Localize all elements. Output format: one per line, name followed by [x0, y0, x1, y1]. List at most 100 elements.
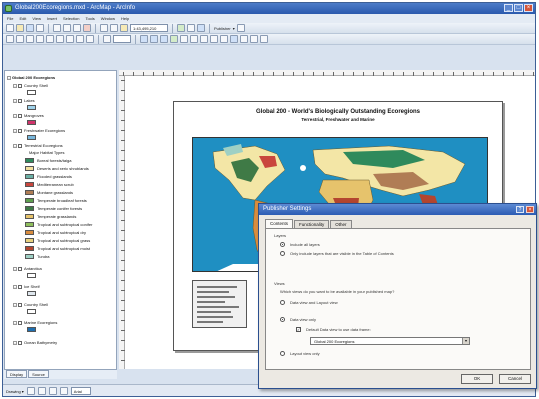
- menu-insert[interactable]: Insert: [47, 16, 57, 21]
- hyperlink-icon[interactable]: [260, 35, 268, 43]
- toc-layer[interactable]: - Freshwater Ecoregions: [13, 127, 65, 134]
- table-of-contents: - Global 200 Ecoregions - Country Shell -L…: [4, 70, 117, 370]
- print-icon[interactable]: [36, 24, 44, 32]
- editor-toolbar-icon[interactable]: [177, 24, 185, 32]
- maximize-button[interactable]: □: [514, 4, 523, 12]
- dialog-close-button[interactable]: ×: [526, 206, 534, 213]
- toc-layer[interactable]: - Ice Shelf: [13, 283, 40, 290]
- undo-icon[interactable]: [100, 24, 108, 32]
- tab-functionality[interactable]: Functionality: [294, 220, 330, 228]
- menu-file[interactable]: File: [7, 16, 13, 21]
- pan-icon[interactable]: [26, 35, 34, 43]
- publisher-menu[interactable]: Publisher: [214, 26, 231, 31]
- fixed-zoom-in-icon[interactable]: [56, 35, 64, 43]
- toc-layer[interactable]: - Country Shell: [13, 301, 48, 308]
- legend-swatch: [25, 174, 34, 179]
- data-frame-select[interactable]: Global 200 Ecoregions ▾: [310, 337, 470, 345]
- help-icon[interactable]: ?: [516, 206, 524, 213]
- layers-group-heading: Layers: [274, 233, 287, 238]
- save-icon[interactable]: [26, 24, 34, 32]
- identify-icon[interactable]: [230, 35, 238, 43]
- find-icon[interactable]: [240, 35, 248, 43]
- toc-class-label: Tropical and subtropical grass: [37, 238, 91, 243]
- data-and-layout-label: Data view and Layout view: [290, 300, 338, 305]
- full-extent-icon[interactable]: [170, 35, 178, 43]
- map-zoom-out-icon[interactable]: [150, 35, 158, 43]
- font-name-combo[interactable]: Arial: [70, 387, 91, 395]
- standard-toolbar: 1:43,495,210 Publisher ▾: [3, 23, 535, 34]
- cut-icon[interactable]: [53, 24, 61, 32]
- data-view-only-radio[interactable]: [280, 317, 285, 322]
- menu-selection[interactable]: Selection: [63, 16, 79, 21]
- zoom-percent-combo[interactable]: [113, 35, 131, 43]
- new-document-icon[interactable]: [6, 24, 14, 32]
- toc-layer[interactable]: - Lakes: [13, 97, 35, 104]
- toc-layer[interactable]: - Country Shell: [13, 82, 48, 89]
- toc-class-label: Tropical and subtropical dry: [37, 230, 86, 235]
- ok-button[interactable]: OK: [461, 374, 493, 384]
- menu-tools[interactable]: Tools: [85, 16, 94, 21]
- select-features-icon[interactable]: [210, 35, 218, 43]
- toc-layer[interactable]: - Global 200 Ecoregions: [7, 74, 55, 81]
- rectangle-icon[interactable]: [48, 387, 57, 395]
- drawing-menu[interactable]: Drawing ▾: [6, 389, 24, 394]
- zoom-out-icon[interactable]: [16, 35, 24, 43]
- toc-layer[interactable]: - Marine Ecoregions: [13, 319, 57, 326]
- map-fixed-zoom-icon[interactable]: [180, 35, 188, 43]
- legend-swatch: [25, 190, 34, 195]
- tab-source[interactable]: Source: [28, 370, 49, 378]
- menu-view[interactable]: View: [32, 16, 41, 21]
- previous-extent-icon[interactable]: [76, 35, 84, 43]
- default-data-frame-checkbox[interactable]: ✓: [296, 327, 301, 332]
- fixed-zoom-out-icon[interactable]: [66, 35, 74, 43]
- chevron-down-icon: ▾: [462, 338, 469, 344]
- arctoolbox-icon[interactable]: [187, 24, 195, 32]
- delete-icon[interactable]: [83, 24, 91, 32]
- select-elements-arrow-icon[interactable]: [26, 387, 35, 395]
- text-a-icon[interactable]: [59, 387, 68, 395]
- zoom-in-icon[interactable]: [6, 35, 14, 43]
- measure-icon[interactable]: [250, 35, 258, 43]
- menu-window[interactable]: Window: [101, 16, 115, 21]
- minimize-button[interactable]: _: [504, 4, 513, 12]
- toc-layer[interactable]: - Terrestrial Ecoregions: [13, 142, 63, 149]
- toggle-draft-icon[interactable]: [103, 35, 111, 43]
- visible-layers-only-radio[interactable]: [280, 251, 285, 256]
- cancel-button[interactable]: Cancel: [499, 374, 531, 384]
- toc-class-label: Tropical and subtropical conifer: [37, 222, 93, 227]
- close-button[interactable]: ×: [524, 4, 533, 12]
- rotate-icon[interactable]: [37, 387, 46, 395]
- layout-view-only-radio[interactable]: [280, 351, 285, 356]
- toolbar-separator: [135, 34, 136, 44]
- forward-extent-icon[interactable]: [200, 35, 208, 43]
- contents-panel: Layers Include all layers Only include l…: [265, 228, 531, 370]
- tab-contents[interactable]: Contents: [265, 219, 294, 228]
- map-zoom-in-icon[interactable]: [140, 35, 148, 43]
- paste-icon[interactable]: [73, 24, 81, 32]
- tab-other[interactable]: Other: [330, 220, 352, 228]
- open-folder-icon[interactable]: [16, 24, 24, 32]
- map-scale-combo[interactable]: 1:43,495,210: [130, 24, 168, 32]
- include-all-layers-radio[interactable]: [280, 242, 285, 247]
- copy-icon[interactable]: [63, 24, 71, 32]
- help-pointer-icon[interactable]: [197, 24, 205, 32]
- next-extent-icon[interactable]: [86, 35, 94, 43]
- toc-layer[interactable]: - Antarctica: [13, 265, 42, 272]
- zoom-100-icon[interactable]: [46, 35, 54, 43]
- publish-map-icon[interactable]: [236, 24, 245, 32]
- back-extent-icon[interactable]: [190, 35, 198, 43]
- add-data-icon[interactable]: [120, 24, 128, 32]
- toc-layer[interactable]: - Ocean Bathymetry: [13, 339, 57, 346]
- data-and-layout-radio[interactable]: [280, 300, 285, 305]
- toc-class-label: Temperate conifer forests: [37, 206, 83, 211]
- zoom-whole-page-icon[interactable]: [36, 35, 44, 43]
- menu-edit[interactable]: Edit: [19, 16, 26, 21]
- toc-layer[interactable]: - Mangroves: [13, 112, 44, 119]
- menu-help[interactable]: Help: [121, 16, 129, 21]
- select-elements-icon[interactable]: [220, 35, 228, 43]
- publisher-dropdown-icon[interactable]: ▾: [233, 26, 235, 31]
- legend-swatch: [25, 254, 34, 259]
- redo-icon[interactable]: [110, 24, 118, 32]
- map-pan-icon[interactable]: [160, 35, 168, 43]
- tab-display[interactable]: Display: [6, 370, 28, 378]
